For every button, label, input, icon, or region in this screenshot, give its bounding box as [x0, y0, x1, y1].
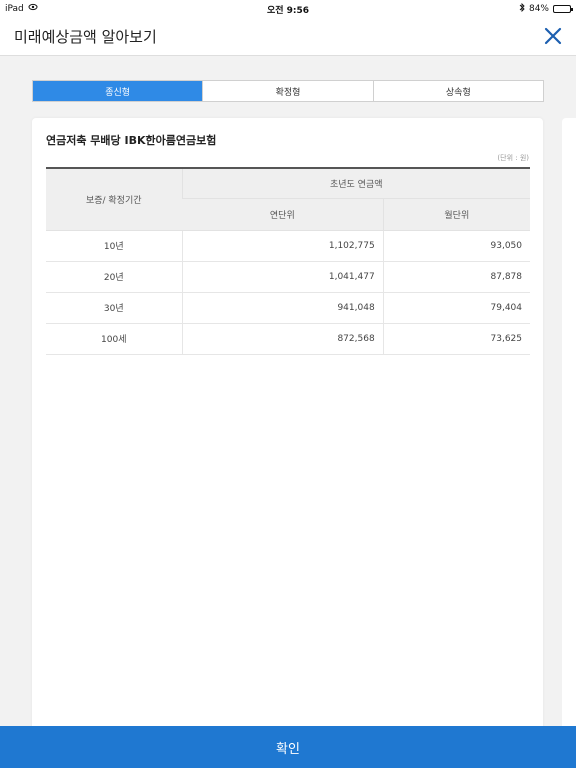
- unit-note: (단위 : 원): [497, 154, 529, 162]
- app-header: 미래예상금액 알아보기: [0, 16, 576, 56]
- status-bar: iPad 오전 9:56 84%: [0, 0, 576, 16]
- result-card: 연금저축 무배당 IBK한아름연금보험 (단위 : 원) 보증/ 확정기간 초년…: [32, 118, 543, 733]
- annual-header: 연단위: [182, 198, 384, 231]
- monthly-cell: 73,625: [382, 323, 530, 355]
- first-year-header: 초년도 연금액: [181, 168, 530, 199]
- close-button[interactable]: [542, 25, 564, 47]
- page-title: 미래예상금액 알아보기: [14, 28, 157, 46]
- period-cell: 10년: [46, 230, 182, 262]
- annuity-type-tabs: 종신형 확정형 상속형: [32, 80, 544, 102]
- period-cell: 100세: [46, 323, 182, 355]
- status-time: 오전 9:56: [266, 6, 310, 16]
- battery-icon: [553, 5, 573, 13]
- monthly-cell: 87,878: [382, 261, 530, 293]
- period-cell: 30년: [46, 292, 182, 324]
- table-row: 30년 941,048 79,404: [46, 292, 530, 324]
- annual-cell: 1,102,775: [181, 230, 384, 262]
- period-header: 보증/ 확정기간: [46, 168, 182, 231]
- table-row: 100세 872,568 73,625: [46, 323, 530, 355]
- table-row: 20년 1,041,477 87,878: [46, 261, 530, 293]
- product-name: 연금저축 무배당 IBK한아름연금보험: [46, 134, 217, 147]
- annual-cell: 872,568: [181, 323, 384, 355]
- monthly-cell: 93,050: [382, 230, 530, 262]
- monthly-header: 월단위: [382, 198, 530, 231]
- battery-percent: 84%: [528, 4, 549, 14]
- status-right: 84%: [519, 2, 573, 15]
- tab-fixed-term[interactable]: 확정형: [203, 81, 374, 101]
- confirm-button[interactable]: 확인: [0, 726, 576, 768]
- monthly-cell: 79,404: [382, 292, 530, 324]
- next-card-peek[interactable]: [562, 118, 576, 733]
- period-cell: 20년: [46, 261, 182, 293]
- tab-inheritance[interactable]: 상속형: [374, 81, 543, 101]
- close-icon: [544, 27, 562, 45]
- table-row: 10년 1,102,775 93,050: [46, 230, 530, 262]
- annual-cell: 1,041,477: [181, 261, 384, 293]
- bluetooth-icon: [519, 2, 525, 15]
- annuity-table: 보증/ 확정기간 초년도 연금액 연단위 월단위 10년 1,102,775 9…: [46, 167, 530, 355]
- annual-cell: 941,048: [181, 292, 384, 324]
- tab-lifetime[interactable]: 종신형: [33, 81, 204, 101]
